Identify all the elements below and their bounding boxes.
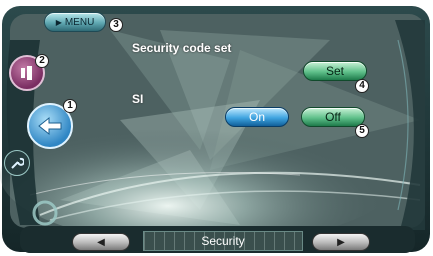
back-arrow-icon bbox=[38, 116, 62, 136]
source-symbol-icon bbox=[21, 66, 32, 80]
si-on-button-label: On bbox=[248, 110, 265, 124]
si-on-button[interactable]: On bbox=[225, 107, 289, 127]
callout-badge-5: 5 bbox=[355, 124, 369, 138]
play-triangle-icon: ▶ bbox=[55, 17, 62, 27]
set-button[interactable]: Set bbox=[303, 61, 367, 81]
menu-button[interactable]: ▶ MENU bbox=[44, 12, 106, 32]
si-off-button-label: Off bbox=[325, 110, 341, 124]
callout-badge-4: 4 bbox=[355, 79, 369, 93]
next-page-button[interactable]: ▶ bbox=[312, 233, 370, 251]
callout-badge-1: 1 bbox=[63, 99, 77, 113]
menu-button-label: MENU bbox=[64, 16, 95, 28]
status-text: Security bbox=[201, 234, 245, 248]
setup-wrench-icon[interactable] bbox=[4, 150, 30, 176]
status-bar: Security bbox=[143, 231, 303, 251]
security-code-label: Security code set bbox=[132, 41, 232, 55]
callout-badge-2: 2 bbox=[35, 54, 49, 68]
si-label: SI bbox=[132, 92, 144, 106]
security-settings-screen: ▶ MENU Security code set Set SI On Off 1… bbox=[0, 0, 433, 256]
arrow-right-icon: ▶ bbox=[337, 236, 345, 248]
prev-page-button[interactable]: ◀ bbox=[72, 233, 130, 251]
set-button-label: Set bbox=[325, 64, 344, 78]
callout-badge-3: 3 bbox=[109, 18, 123, 32]
arrow-left-icon: ◀ bbox=[97, 236, 105, 248]
si-off-button[interactable]: Off bbox=[301, 107, 365, 127]
wrench-icon bbox=[11, 157, 24, 169]
